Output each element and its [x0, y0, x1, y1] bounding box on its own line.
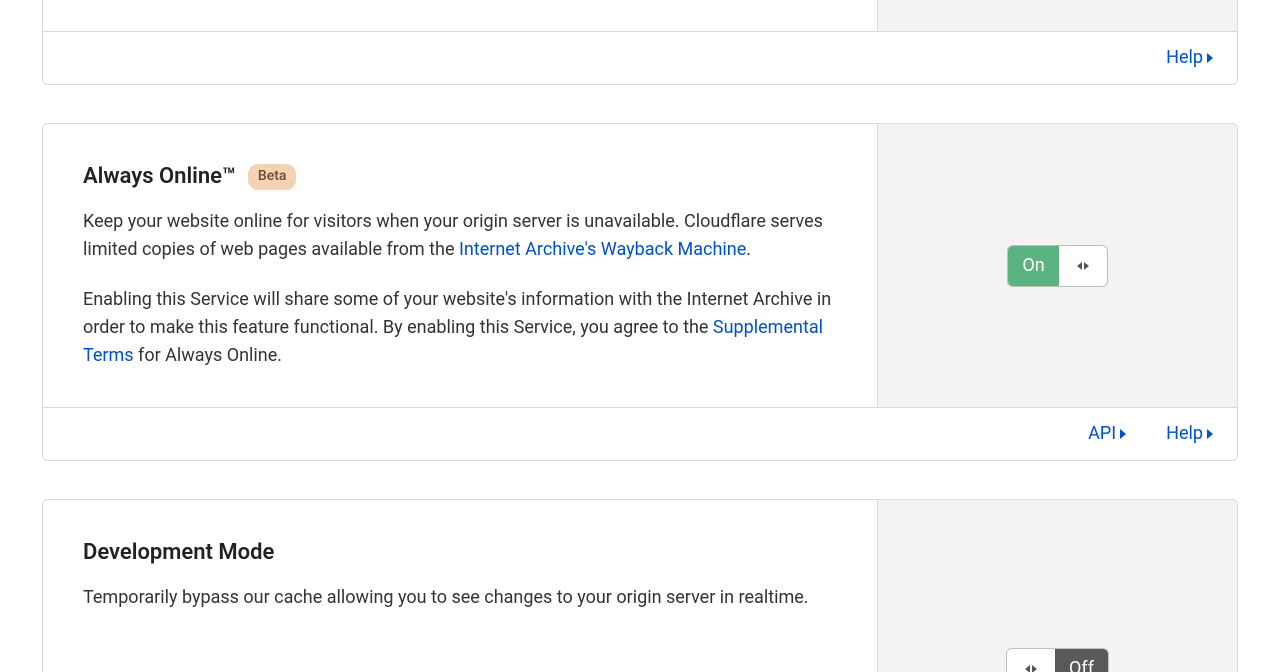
- settings-card-partial: Help: [42, 0, 1238, 85]
- development-mode-card: Development Mode Temporarily bypass our …: [42, 499, 1238, 672]
- toggle-on-label: On: [1008, 246, 1058, 286]
- toggle-handle: [1059, 246, 1107, 286]
- help-link[interactable]: Help: [1166, 420, 1213, 448]
- title-text: Development Mode: [83, 536, 274, 570]
- title-text: Always Online™: [83, 160, 236, 194]
- help-label: Help: [1166, 44, 1203, 72]
- wayback-link[interactable]: Internet Archive's Wayback Machine: [459, 239, 746, 260]
- always-online-desc-1: Keep your website online for visitors wh…: [83, 208, 837, 264]
- dev-mode-title: Development Mode: [83, 536, 274, 570]
- caret-right-icon: [1120, 429, 1126, 439]
- caret-right-icon: [1207, 429, 1213, 439]
- help-link[interactable]: Help: [1166, 44, 1213, 72]
- dev-mode-toggle[interactable]: Off: [1006, 648, 1109, 672]
- card-footer: API Help: [43, 407, 1237, 460]
- always-online-toggle[interactable]: On: [1007, 245, 1107, 287]
- help-label: Help: [1166, 420, 1203, 448]
- dev-mode-desc: Temporarily bypass our cache allowing yo…: [83, 584, 837, 612]
- card-footer: Help: [43, 31, 1237, 84]
- api-link[interactable]: API: [1088, 420, 1126, 448]
- toggle-arrows-icon: [1025, 665, 1037, 672]
- toggle-arrows-icon: [1077, 262, 1089, 270]
- api-label: API: [1088, 420, 1116, 448]
- always-online-desc-2: Enabling this Service will share some of…: [83, 286, 837, 370]
- caret-right-icon: [1207, 53, 1213, 63]
- always-online-card: Always Online™ Beta Keep your website on…: [42, 123, 1238, 461]
- beta-badge: Beta: [248, 164, 297, 190]
- toggle-off-label: Off: [1055, 649, 1108, 672]
- toggle-handle: [1007, 649, 1055, 672]
- always-online-title: Always Online™ Beta: [83, 160, 296, 194]
